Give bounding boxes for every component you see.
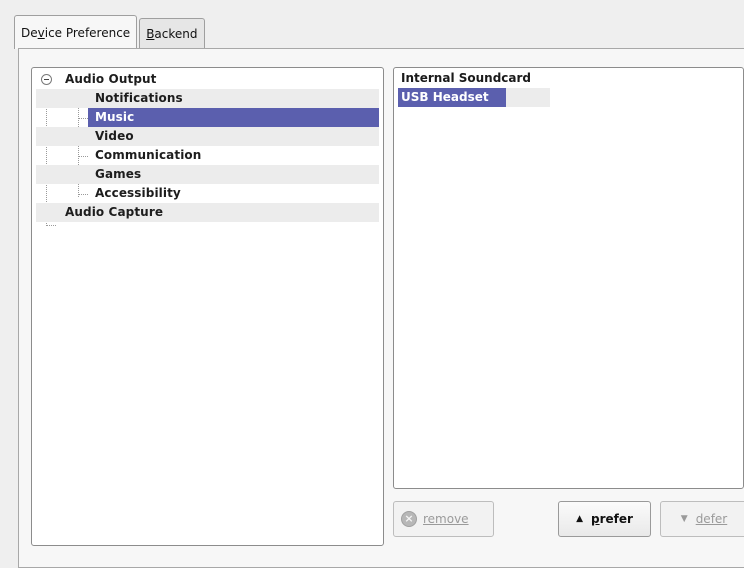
prefer-label-part: refer [599, 512, 633, 526]
tree-item-games[interactable]: Games [36, 165, 379, 184]
tree-item-label: Audio Output [65, 72, 157, 86]
defer-button[interactable]: ▼ defer [660, 501, 744, 537]
tree-item-audio-output[interactable]: Audio Output [36, 70, 379, 89]
collapse-icon[interactable] [41, 74, 52, 85]
remove-circle-icon: × [401, 511, 417, 527]
remove-button-label: remove [423, 512, 469, 526]
tree-item-label: Communication [95, 148, 202, 162]
tab-bar: De v ice Preference Backend [14, 12, 207, 49]
tree-item-label: Music [95, 110, 135, 124]
device-item-internal-soundcard[interactable]: Internal Soundcard [398, 69, 550, 88]
tree-item-label: Accessibility [95, 186, 181, 200]
tree-item-music[interactable]: Music [36, 108, 379, 127]
tree-item-accessibility[interactable]: Accessibility [36, 184, 379, 203]
prefer-button-label: prefer [591, 512, 633, 526]
tab-mnemonic: B [146, 26, 155, 41]
tab-label-part: De [21, 25, 38, 40]
prefer-button[interactable]: ▲ prefer [558, 501, 651, 537]
tree-item-audio-capture[interactable]: Audio Capture [36, 203, 379, 222]
tab-backend[interactable]: Backend [139, 18, 205, 48]
defer-button-label: defer [695, 512, 728, 526]
tree-item-communication[interactable]: Communication [36, 146, 379, 165]
remove-button[interactable]: × remove [393, 501, 494, 537]
tree-item-label: Audio Capture [65, 205, 164, 219]
tree-item-label: Video [95, 129, 134, 143]
device-list[interactable]: Internal Soundcard USB Headset [393, 67, 744, 489]
prefer-mnemonic: p [590, 512, 600, 526]
tree-item-notifications[interactable]: Notifications [36, 89, 379, 108]
tab-label-part: ice Preference [44, 25, 131, 40]
device-item-label: Internal Soundcard [401, 71, 532, 85]
device-item-label: USB Headset [401, 90, 489, 104]
tab-label-part: ackend [154, 26, 198, 41]
tree-item-video[interactable]: Video [36, 127, 379, 146]
category-tree[interactable]: Audio Output Notifications Music Video C… [31, 67, 384, 546]
tab-device-preference[interactable]: De v ice Preference [14, 15, 138, 49]
device-item-usb-headset[interactable]: USB Headset [398, 88, 550, 107]
arrow-up-icon: ▲ [576, 514, 583, 524]
tree-item-label: Notifications [95, 91, 183, 105]
arrow-down-icon: ▼ [680, 514, 688, 524]
tab-mnemonic: v [37, 25, 45, 40]
tree-line [46, 225, 56, 226]
tree-item-label: Games [95, 167, 142, 181]
